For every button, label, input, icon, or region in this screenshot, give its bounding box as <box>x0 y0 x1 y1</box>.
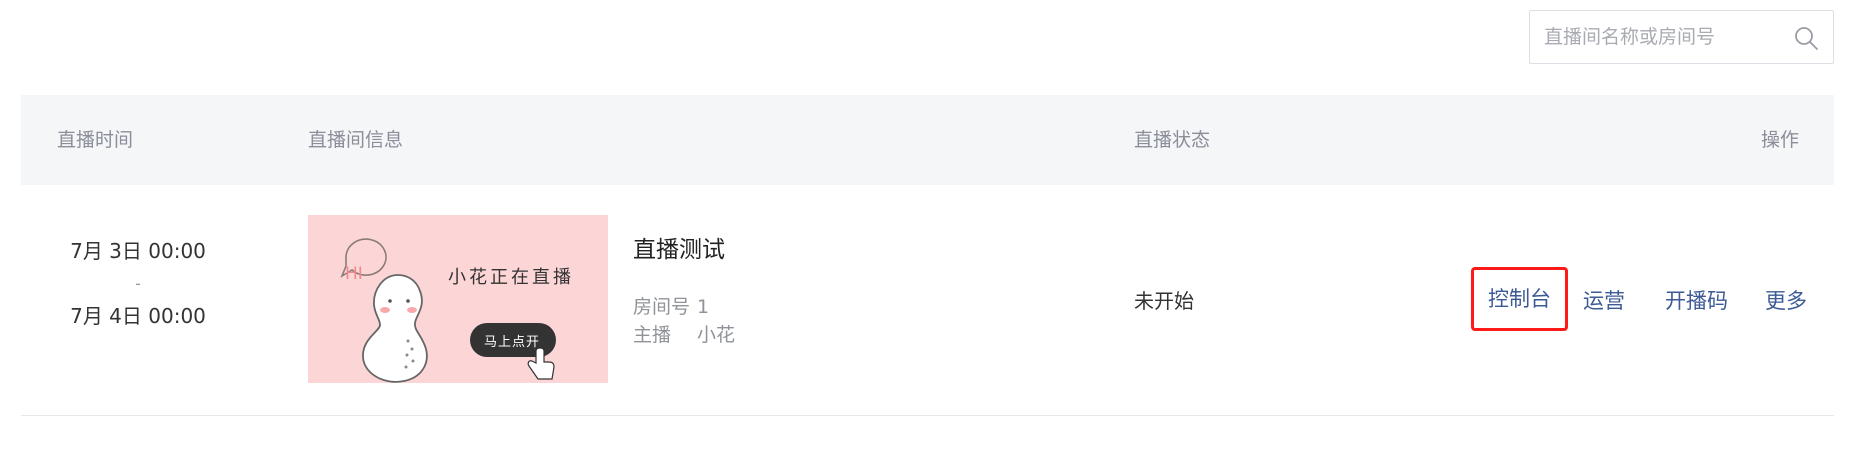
header-actions: 操作 <box>1761 129 1800 151</box>
cover-headline: 小花正在直播 <box>448 267 574 288</box>
room-number-label: 房间号 <box>633 296 691 318</box>
room-cover-image[interactable]: HI 小花正在直播 马上点开 <box>308 215 608 383</box>
search-box[interactable] <box>1529 10 1834 64</box>
room-title: 直播测试 <box>633 237 725 263</box>
table-row: 7月 3日 00:00 - 7月 4日 00:00 HI 小花正在直播 马上点开… <box>21 185 1834 416</box>
host-line: 主播 小花 <box>633 321 735 349</box>
room-number-line: 房间号 1 <box>633 293 735 321</box>
host-value: 小花 <box>697 324 736 346</box>
search-input[interactable] <box>1530 11 1784 63</box>
stream-code-link[interactable]: 开播码 <box>1665 269 1728 333</box>
live-room-table: 直播时间 直播间信息 直播状态 操作 7月 3日 00:00 - 7月 4日 0… <box>21 95 1834 416</box>
table-header: 直播时间 直播间信息 直播状态 操作 <box>21 95 1834 185</box>
header-status: 直播状态 <box>1134 129 1211 151</box>
start-time: 7月 3日 00:00 <box>70 239 206 263</box>
time-separator: - <box>135 274 141 293</box>
room-number-value: 1 <box>697 296 710 318</box>
more-link[interactable]: 更多 <box>1765 269 1807 333</box>
header-time: 直播时间 <box>57 129 134 151</box>
broadcast-status: 未开始 <box>1134 289 1194 313</box>
end-time: 7月 4日 00:00 <box>70 304 206 328</box>
search-icon[interactable] <box>1793 25 1819 51</box>
host-label: 主播 <box>633 324 672 346</box>
header-info: 直播间信息 <box>308 129 404 151</box>
console-link[interactable]: 控制台 <box>1471 267 1568 331</box>
room-info: 直播测试 房间号 1 主播 小花 <box>633 235 735 349</box>
operations-link[interactable]: 运营 <box>1583 269 1625 333</box>
peanut-mascot-illustration: HI 小花正在直播 马上点开 <box>308 215 608 383</box>
bubble-text: HI <box>345 264 363 284</box>
live-room-list-page: 直播时间 直播间信息 直播状态 操作 7月 3日 00:00 - 7月 4日 0… <box>0 0 1850 452</box>
broadcast-time: 7月 3日 00:00 - 7月 4日 00:00 <box>21 235 255 333</box>
cover-button-text: 马上点开 <box>484 335 540 350</box>
